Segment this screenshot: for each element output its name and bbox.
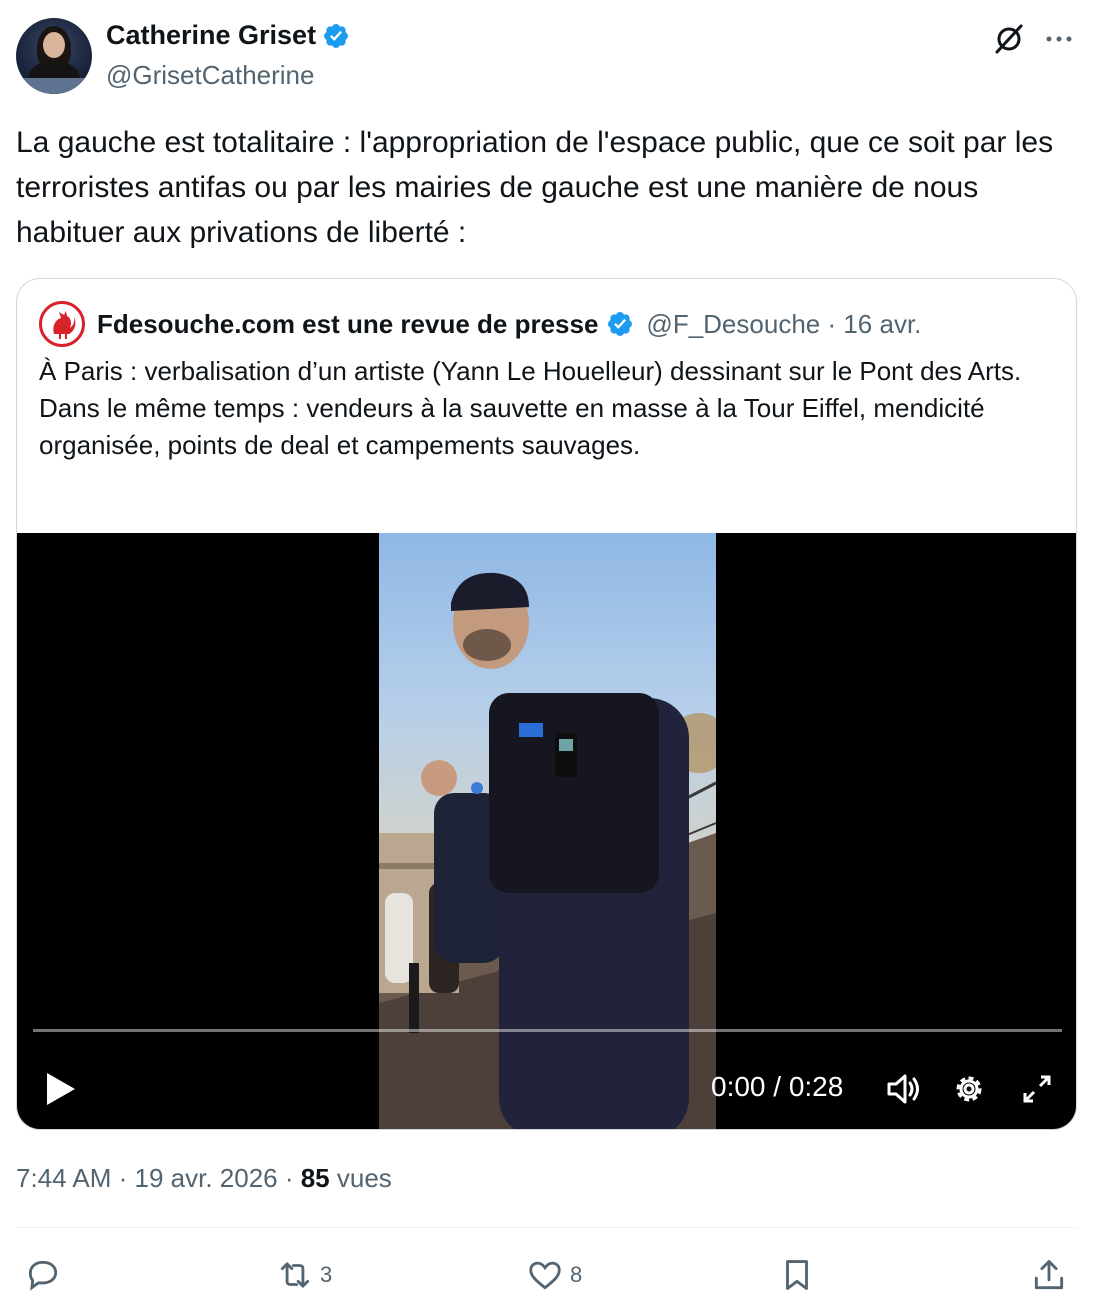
video-frame (379, 533, 716, 1129)
video-player[interactable]: 0:00 / 0:28 (17, 533, 1076, 1129)
quoted-text-line-1: À Paris : verbalisation d’un artiste (Ya… (39, 356, 1022, 386)
share-icon (1034, 1260, 1064, 1290)
repost-button[interactable]: 3 (276, 1252, 332, 1298)
video-progress-bar[interactable] (33, 1029, 1062, 1032)
quoted-tweet[interactable]: Fdesouche.com est une revue de presse @F… (16, 278, 1077, 1130)
heart-icon (529, 1261, 561, 1290)
like-count: 8 (570, 1262, 583, 1287)
repost-icon (280, 1262, 310, 1288)
more-options-icon[interactable] (1042, 22, 1076, 56)
quoted-handle-date: @F_Desouche · 16 avr. (646, 308, 922, 339)
quoted-tweet-header: Fdesouche.com est une revue de presse @F… (39, 301, 921, 347)
divider (16, 1227, 1077, 1228)
author-name-row: Catherine Griset (106, 20, 350, 51)
verified-badge-icon (324, 23, 349, 48)
quoted-author-avatar[interactable] (39, 301, 85, 347)
bookmark-icon (786, 1260, 808, 1290)
views-count: 85 (300, 1163, 330, 1193)
video-thumbnail (379, 572, 716, 1129)
verified-badge-icon (608, 312, 633, 336)
tweet-meta: 7:44 AM · 19 avr. 2026 · 85 vues (16, 1163, 392, 1194)
grok-icon[interactable] (992, 22, 1026, 56)
bookmark-button[interactable] (778, 1252, 816, 1298)
tweet-header: Catherine Griset @GrisetCatherine (16, 18, 1086, 98)
quoted-author-name[interactable]: Fdesouche.com est une revue de presse (97, 309, 598, 340)
author-name[interactable]: Catherine Griset (106, 20, 316, 51)
share-button[interactable] (1030, 1252, 1068, 1298)
repost-count: 3 (320, 1262, 333, 1287)
video-time: 0:00 / 0:28 (711, 1071, 844, 1102)
quoted-tweet-text: À Paris : verbalisation d’un artiste (Ya… (39, 353, 1049, 464)
tweet-text: La gauche est totalitaire : l'appropriat… (16, 126, 1054, 249)
author-avatar[interactable] (16, 18, 92, 94)
volume-icon[interactable] (883, 1069, 923, 1109)
fullscreen-icon[interactable] (1017, 1069, 1057, 1109)
rooster-logo-icon (53, 311, 76, 339)
play-icon[interactable] (43, 1069, 79, 1109)
like-button[interactable]: 8 (526, 1252, 582, 1298)
reply-button[interactable] (24, 1252, 68, 1298)
quoted-text-line-2: Dans le même temps : vendeurs à la sauve… (39, 393, 985, 460)
tweet-timestamp[interactable]: 7:44 AM · 19 avr. 2026 · (16, 1163, 301, 1193)
reply-icon (28, 1260, 58, 1291)
action-bar: 3 8 (0, 1252, 1102, 1298)
settings-gear-icon[interactable] (949, 1069, 989, 1109)
author-handle[interactable]: @GrisetCatherine (106, 60, 314, 91)
views-label: vues (329, 1163, 392, 1193)
